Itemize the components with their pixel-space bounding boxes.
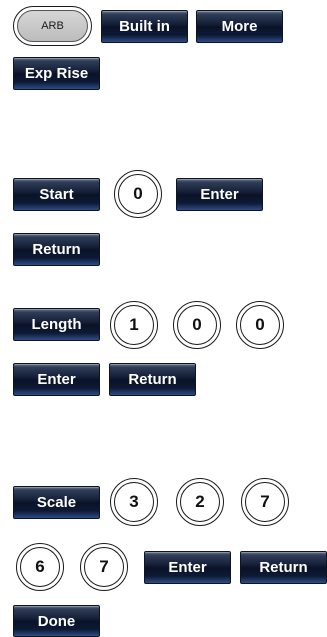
more-button[interactable]: More xyxy=(196,10,283,43)
arb-button[interactable]: ARB xyxy=(13,6,92,46)
key-0[interactable]: 0 xyxy=(236,301,284,349)
key-label: 3 xyxy=(114,482,154,522)
key-label: 0 xyxy=(177,305,217,345)
key-0[interactable]: 0 xyxy=(173,301,221,349)
enter-button[interactable]: Enter xyxy=(144,551,231,584)
return-button[interactable]: Return xyxy=(109,363,196,396)
done-button[interactable]: Done xyxy=(13,605,100,637)
key-6[interactable]: 6 xyxy=(16,543,64,591)
enter-button[interactable]: Enter xyxy=(176,178,263,211)
key-2[interactable]: 2 xyxy=(176,478,224,526)
key-label: 0 xyxy=(118,174,158,214)
key-7[interactable]: 7 xyxy=(80,543,128,591)
arb-label: ARB xyxy=(17,10,88,42)
key-label: 6 xyxy=(20,547,60,587)
length-button[interactable]: Length xyxy=(13,308,100,341)
scale-button[interactable]: Scale xyxy=(13,486,100,519)
exp-rise-button[interactable]: Exp Rise xyxy=(13,57,100,90)
enter-button[interactable]: Enter xyxy=(13,363,100,396)
return-button[interactable]: Return xyxy=(13,233,100,266)
key-3[interactable]: 3 xyxy=(110,478,158,526)
key-label: 7 xyxy=(84,547,124,587)
key-label: 7 xyxy=(245,482,285,522)
key-label: 2 xyxy=(180,482,220,522)
key-label: 0 xyxy=(240,305,280,345)
built-in-button[interactable]: Built in xyxy=(101,10,188,43)
key-7[interactable]: 7 xyxy=(241,478,289,526)
key-1[interactable]: 1 xyxy=(110,301,158,349)
start-button[interactable]: Start xyxy=(13,178,100,211)
key-label: 1 xyxy=(114,305,154,345)
key-0[interactable]: 0 xyxy=(114,170,162,218)
return-button[interactable]: Return xyxy=(240,551,327,584)
